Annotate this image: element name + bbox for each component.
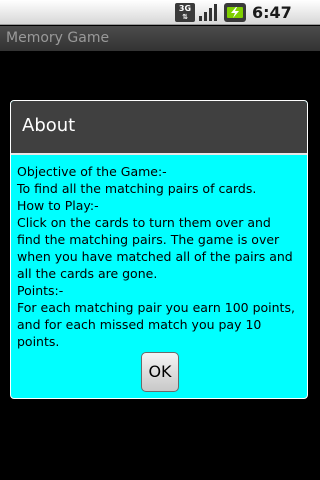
message-line: How to Play:- [17, 198, 99, 213]
clock: 6:47 PM [252, 3, 292, 42]
message-line: To find all the matching pairs of cards. [17, 181, 257, 196]
status-bar: 3G ⇅ 6:47 PM [0, 0, 320, 42]
message-line: points. [17, 334, 60, 349]
signal-strength-icon [199, 4, 217, 21]
message-line: For each matching pair you earn 100 poin… [17, 300, 295, 315]
message-line: Points:- [17, 283, 64, 298]
about-dialog: About Objective of the Game:- To find al… [10, 100, 308, 399]
data-arrows-icon: ⇅ [182, 13, 188, 21]
network-3g-icon: 3G ⇅ [175, 3, 195, 22]
network-label: 3G [178, 4, 192, 13]
message-line: Click on the cards to turn them over and [17, 215, 271, 230]
message-line: find the matching pairs. The game is ove… [17, 232, 280, 247]
message-line: and for each missed match you pay 10 [17, 317, 262, 332]
dialog-message: Objective of the Game:- To find all the … [17, 163, 301, 350]
dialog-header: About [11, 101, 307, 155]
message-line: Objective of the Game:- [17, 164, 167, 179]
message-line: all the cards are gone. [17, 266, 158, 281]
dialog-title: About [22, 115, 76, 136]
battery-icon [224, 3, 246, 22]
app-title: Memory Game [6, 30, 110, 46]
screen: 3G ⇅ 6:47 PM Memory Game About Objective… [0, 0, 320, 480]
message-line: when you have matched all of the pairs a… [17, 249, 293, 264]
ok-button[interactable]: OK [141, 352, 179, 392]
app-title-bar: Memory Game [0, 26, 320, 51]
